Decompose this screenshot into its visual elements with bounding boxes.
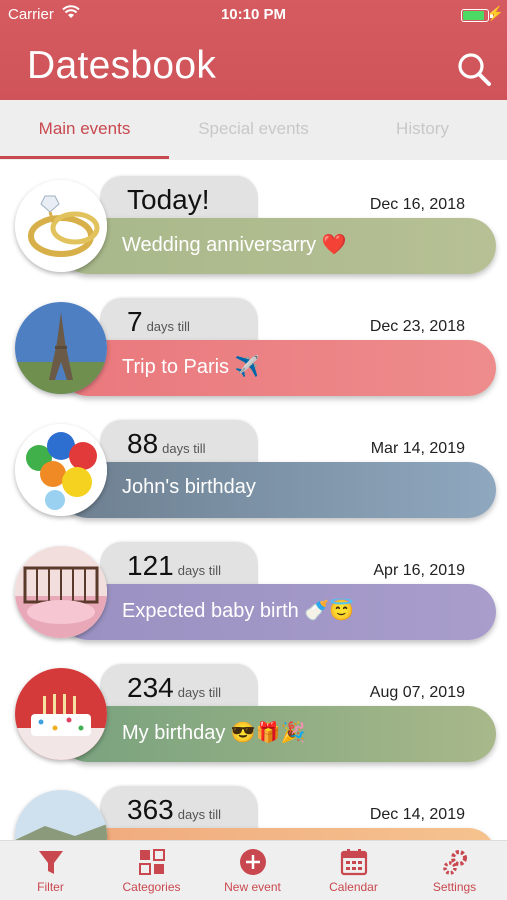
event-date: Dec 14, 2019: [369, 806, 465, 823]
days-count: 363 days till: [127, 794, 221, 826]
event-card[interactable]: 234 days till Aug 07, 2019 My birthday 😎🎁…: [0, 654, 507, 776]
event-card[interactable]: Today! Dec 16, 2018 Wedding anniversarry…: [0, 166, 507, 288]
tab-history[interactable]: History: [338, 100, 507, 160]
days-count: 234 days till: [127, 672, 221, 704]
days-count: 88 days till: [127, 428, 206, 460]
days-label: days till: [177, 685, 222, 700]
calendar-label: Calendar: [329, 880, 378, 894]
days-count: 7 days till: [127, 306, 190, 338]
calendar-button[interactable]: Calendar: [303, 841, 404, 900]
event-date: Mar 14, 2019: [370, 440, 465, 457]
event-image-balloons: [15, 424, 107, 516]
days-number: 234: [127, 672, 174, 703]
status-bar: Carrier 10:10 PM ⚡: [0, 5, 507, 25]
event-date: Dec 16, 2018: [369, 196, 465, 213]
active-tab-indicator: [0, 156, 169, 159]
filter-label: Filter: [37, 880, 64, 894]
today-label: Today!: [127, 184, 210, 215]
new-event-button[interactable]: New event: [202, 841, 303, 900]
event-card[interactable]: 121 days till Apr 16, 2019 Expected baby …: [0, 532, 507, 654]
bottom-toolbar: Filter Categories New event Calendar Set…: [0, 840, 507, 900]
categories-button[interactable]: Categories: [101, 841, 202, 900]
event-card[interactable]: 88 days till Mar 14, 2019 John's birthday: [0, 410, 507, 532]
event-image-baby-crib: [15, 546, 107, 638]
status-time: 10:10 PM: [220, 6, 287, 23]
plus-circle-icon: [239, 849, 266, 875]
days-count: 121 days till: [127, 550, 221, 582]
categories-icon: [138, 849, 165, 875]
search-button[interactable]: [455, 50, 495, 90]
event-date: Dec 23, 2018: [369, 318, 465, 335]
days-number: 363: [127, 794, 174, 825]
event-image-birthday-cake: [15, 668, 107, 760]
filter-button[interactable]: Filter: [0, 841, 101, 900]
tab-bar: Main events Special events History: [0, 100, 507, 160]
event-title: My birthday 😎🎁🎉: [122, 722, 306, 744]
event-date: Aug 07, 2019: [369, 684, 465, 701]
settings-button[interactable]: Settings: [404, 841, 505, 900]
calendar-icon: [340, 849, 367, 876]
filter-icon: [38, 851, 63, 874]
days-number: 88: [127, 428, 159, 459]
event-title: John's birthday: [122, 476, 256, 498]
event-title: Trip to Paris ✈️: [122, 356, 260, 378]
app-header: Carrier 10:10 PM ⚡ Datesbook: [0, 0, 507, 100]
gear-icon: [442, 850, 467, 875]
days-label: days till: [177, 563, 222, 578]
days-number: 121: [127, 550, 174, 581]
event-image-wedding-rings: [15, 180, 107, 272]
new-event-label: New event: [224, 880, 281, 894]
categories-label: Categories: [122, 880, 181, 894]
days-label: days till: [177, 807, 222, 822]
event-card[interactable]: 363 days till Dec 14, 2019: [0, 776, 507, 840]
event-title: Wedding anniversarry ❤️: [122, 234, 347, 256]
event-card[interactable]: 7 days till Dec 23, 2018 Trip to Paris ✈️: [0, 288, 507, 410]
tab-main-events[interactable]: Main events: [0, 100, 169, 160]
event-title-bar: [60, 828, 496, 840]
event-list[interactable]: Today! Dec 16, 2018 Wedding anniversarry…: [0, 160, 507, 840]
event-image-landscape: [15, 790, 107, 840]
days-label: days till: [146, 319, 190, 334]
search-icon: [458, 53, 491, 86]
app-title: Datesbook: [27, 44, 217, 87]
tab-special-events[interactable]: Special events: [169, 100, 338, 160]
event-date: Apr 16, 2019: [373, 562, 465, 579]
days-label: days till: [162, 441, 206, 456]
charging-icon: ⚡: [486, 5, 504, 21]
event-title: Expected baby birth 🍼😇: [122, 600, 355, 622]
days-number: 7: [127, 306, 143, 337]
settings-label: Settings: [432, 880, 477, 894]
event-image-eiffel-tower: [15, 302, 107, 394]
battery-icon: [461, 9, 489, 22]
